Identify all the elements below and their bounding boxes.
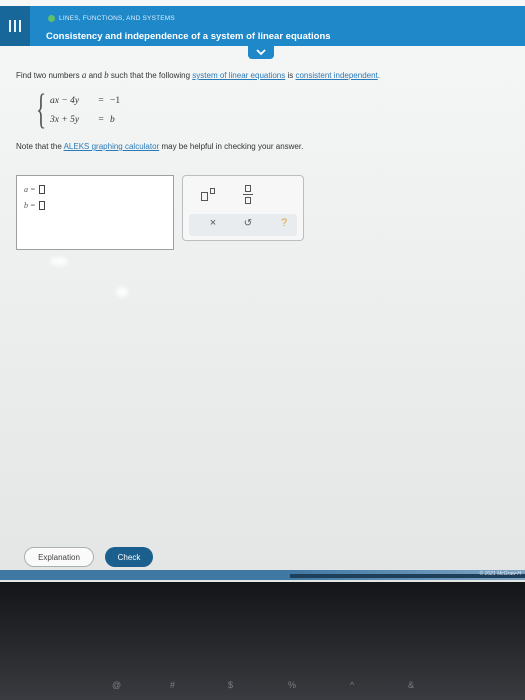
check-button[interactable]: Check bbox=[105, 547, 153, 567]
keyboard-key: & bbox=[408, 680, 415, 690]
prompt-text: is bbox=[287, 71, 294, 80]
screen-glare bbox=[50, 257, 68, 266]
topic-label: LINES, FUNCTIONS, AND SYSTEMS bbox=[59, 15, 175, 22]
equation-lhs: 3x + 5y bbox=[50, 115, 80, 125]
clear-button[interactable]: × bbox=[204, 217, 222, 229]
topic-line: LINES, FUNCTIONS, AND SYSTEMS bbox=[48, 15, 175, 22]
prompt-text: Find two numbers bbox=[16, 71, 80, 80]
keyboard-key: $ bbox=[228, 680, 234, 690]
answer-input-area[interactable]: a = b = bbox=[16, 175, 174, 250]
copyright-text: © 2021 McGraw-H bbox=[479, 571, 521, 577]
equation-row: ax − 4y = −1 bbox=[50, 96, 120, 106]
math-tool-palette: × ↺ ? bbox=[182, 175, 304, 241]
equation-lhs: ax − 4y bbox=[50, 96, 80, 106]
note-text: may be helpful in checking your answer. bbox=[161, 142, 304, 151]
equation-row: 3x + 5y = b bbox=[50, 115, 115, 125]
prompt-text: and bbox=[88, 71, 102, 80]
answer-row-a: a = bbox=[24, 185, 46, 194]
collapse-header-button[interactable] bbox=[248, 46, 274, 59]
top-header: LINES, FUNCTIONS, AND SYSTEMS Consistenc… bbox=[0, 6, 525, 46]
tool-palette-actions: × ↺ ? bbox=[189, 214, 297, 236]
equation-rhs: −1 bbox=[110, 96, 121, 106]
answer-a-label: a = bbox=[24, 185, 36, 194]
menu-icon bbox=[9, 20, 21, 32]
screen-glare bbox=[116, 287, 128, 297]
tool-palette-top bbox=[183, 176, 303, 214]
keyboard-key: # bbox=[170, 680, 176, 690]
explanation-button[interactable]: Explanation bbox=[24, 547, 94, 567]
fraction-icon[interactable] bbox=[243, 185, 253, 205]
equation-rhs: b bbox=[110, 115, 115, 125]
keyboard-key: @ bbox=[112, 680, 122, 690]
answer-b-label: b = bbox=[24, 201, 36, 210]
browser-screen: LINES, FUNCTIONS, AND SYSTEMS Consistenc… bbox=[0, 0, 525, 582]
equation-relation: = bbox=[98, 96, 104, 106]
keyboard-key-row: @ # $ % ^ & bbox=[0, 674, 525, 700]
page-title: Consistency and independence of a system… bbox=[46, 31, 331, 42]
consistent-independent-link[interactable]: consistent independent bbox=[295, 71, 377, 80]
answer-a-input[interactable] bbox=[39, 185, 46, 194]
progress-dot-icon bbox=[48, 15, 55, 22]
prompt-text: such that the following bbox=[110, 71, 191, 80]
note-text: Note that the bbox=[16, 142, 62, 151]
undo-button[interactable]: ↺ bbox=[239, 218, 257, 229]
system-of-equations-link[interactable]: system of linear equations bbox=[192, 71, 285, 80]
calculator-note: Note that the ALEKS graphing calculator … bbox=[16, 142, 303, 151]
variable-a: a bbox=[81, 70, 87, 80]
prompt-text: . bbox=[377, 71, 381, 80]
equation-relation: = bbox=[98, 115, 104, 125]
left-brace-icon: { bbox=[36, 87, 47, 133]
variable-b: b bbox=[104, 70, 109, 80]
graphing-calculator-link[interactable]: ALEKS graphing calculator bbox=[64, 142, 160, 151]
superscript-icon[interactable] bbox=[201, 188, 217, 202]
chevron-down-icon bbox=[256, 49, 266, 56]
keyboard-key: ^ bbox=[350, 680, 355, 690]
laptop-keyboard: @ # $ % ^ & bbox=[0, 582, 525, 700]
question-prompt: Find two numbers a and b such that the f… bbox=[16, 70, 380, 80]
keyboard-key: % bbox=[288, 680, 297, 690]
menu-button[interactable] bbox=[0, 6, 30, 46]
answer-b-input[interactable] bbox=[39, 201, 46, 210]
answer-row-b: b = bbox=[24, 201, 46, 210]
help-button[interactable]: ? bbox=[275, 217, 293, 229]
